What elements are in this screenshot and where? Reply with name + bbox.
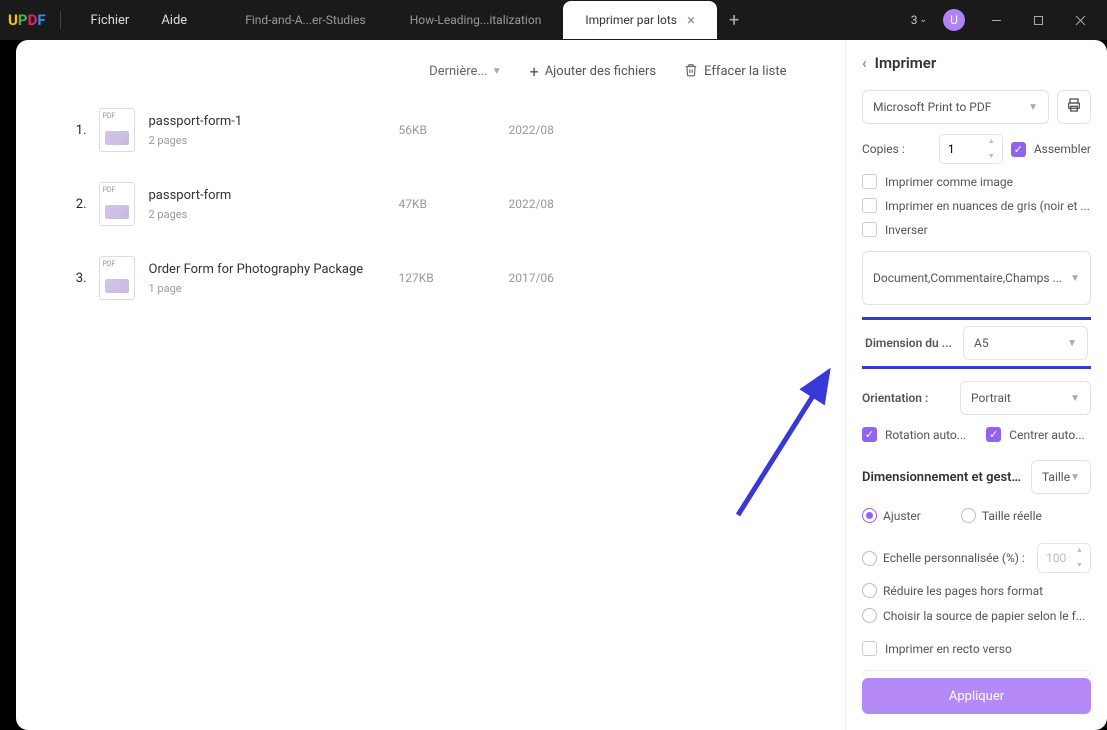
file-pages: 2 pages: [149, 134, 399, 147]
printer-icon: [1066, 97, 1082, 117]
file-row[interactable]: 2. passport-form 2 pages47KB2022/08: [55, 167, 807, 241]
sidebar-title: Imprimer: [875, 54, 937, 72]
auto-rotate-label: Rotation auto...: [885, 428, 966, 442]
fit-label: Ajuster: [883, 509, 921, 523]
menu-file[interactable]: Fichier: [75, 5, 146, 36]
row-number: 3.: [59, 271, 87, 286]
file-name: Order Form for Photography Package: [149, 262, 399, 277]
assemble-label: Assembler: [1034, 142, 1091, 156]
row-number: 1.: [59, 123, 87, 138]
invert-label: Inverser: [885, 223, 928, 237]
auto-center-label: Centrer auto...: [1009, 428, 1084, 442]
paper-size-highlight: Dimension du ... A5▼: [862, 317, 1091, 369]
main-panel: Dernière...▼ + Ajouter des fichiers Effa…: [16, 40, 845, 730]
paper-size-select[interactable]: A5▼: [963, 326, 1088, 360]
actual-size-label: Taille réelle: [982, 509, 1042, 523]
row-number: 2.: [59, 197, 87, 212]
close-window-button[interactable]: [1061, 6, 1099, 34]
file-pages: 2 pages: [149, 208, 399, 221]
print-as-image-checkbox[interactable]: [862, 174, 877, 189]
paper-source-radio[interactable]: [862, 608, 877, 623]
content-select[interactable]: Document,Commentaire,Champs ...▼: [862, 251, 1091, 305]
spinner-icon[interactable]: ▲▼: [1076, 547, 1086, 569]
duplex-label: Imprimer en recto verso: [885, 642, 1012, 656]
custom-scale-label: Echelle personnalisée (%) :: [883, 551, 1025, 565]
clear-list-button[interactable]: Effacer la liste: [684, 63, 786, 81]
tab-label: Imprimer par lots: [585, 13, 677, 27]
close-tab-icon[interactable]: ×: [687, 11, 695, 29]
print-as-image-label: Imprimer comme image: [885, 175, 1013, 189]
pdf-thumbnail-icon: [99, 108, 135, 152]
orientation-label: Orientation :: [862, 391, 952, 405]
app-logo: UPDF: [8, 11, 46, 29]
auto-rotate-checkbox[interactable]: [862, 427, 877, 442]
minimize-button[interactable]: [977, 6, 1015, 34]
orientation-select[interactable]: Portrait▼: [960, 381, 1091, 415]
print-sidebar: ‹ Imprimer Microsoft Print to PDF▼ Copie…: [845, 40, 1107, 730]
open-count[interactable]: 3⌄: [911, 13, 927, 27]
grayscale-checkbox[interactable]: [862, 198, 877, 213]
tab-find-studies[interactable]: Find-and-A...er-Studies: [223, 3, 387, 37]
file-size: 56KB: [399, 123, 509, 137]
auto-center-checkbox[interactable]: [986, 427, 1001, 442]
sizing-title: Dimensionnement et gesti...: [862, 470, 1023, 485]
file-name: passport-form-1: [149, 114, 399, 129]
file-date: 2022/08: [509, 123, 554, 137]
grayscale-label: Imprimer en nuances de gris (noir et ...: [885, 199, 1090, 213]
apply-button[interactable]: Appliquer: [862, 678, 1091, 714]
tab-how-leading[interactable]: How-Leading...italization: [388, 3, 564, 37]
user-avatar[interactable]: U: [943, 9, 965, 31]
fit-radio[interactable]: [862, 508, 877, 523]
tab-batch-print[interactable]: Imprimer par lots ×: [563, 1, 717, 39]
actual-size-radio[interactable]: [961, 508, 976, 523]
shrink-radio[interactable]: [862, 583, 877, 598]
sizing-mode-select[interactable]: Taille▼: [1031, 460, 1091, 494]
printer-select[interactable]: Microsoft Print to PDF▼: [862, 90, 1049, 124]
shrink-label: Réduire les pages hors format: [883, 584, 1043, 598]
assemble-checkbox[interactable]: [1011, 142, 1026, 157]
invert-checkbox[interactable]: [862, 222, 877, 237]
custom-scale-input[interactable]: 100 ▲▼: [1037, 543, 1091, 573]
paper-size-label: Dimension du ...: [865, 336, 955, 350]
file-size: 127KB: [399, 271, 509, 285]
duplex-checkbox[interactable]: [862, 641, 877, 656]
file-row[interactable]: 3. Order Form for Photography Package 1 pa…: [55, 241, 807, 315]
file-size: 47KB: [399, 197, 509, 211]
plus-icon: +: [530, 62, 539, 81]
tab-bar: Find-and-A...er-Studies How-Leading...it…: [223, 1, 911, 39]
pdf-thumbnail-icon: [99, 182, 135, 226]
paper-source-label: Choisir la source de papier selon le f..…: [883, 609, 1085, 623]
menu-help[interactable]: Aide: [145, 5, 203, 36]
file-name: passport-form: [149, 188, 399, 203]
file-row[interactable]: 1. passport-form-1 2 pages56KB2022/08: [55, 93, 807, 167]
custom-scale-radio[interactable]: [862, 551, 877, 566]
file-toolbar: Dernière...▼ + Ajouter des fichiers Effa…: [55, 58, 807, 93]
trash-icon: [684, 63, 698, 81]
add-tab-button[interactable]: +: [717, 10, 751, 31]
sort-dropdown[interactable]: Dernière...▼: [429, 64, 501, 79]
maximize-button[interactable]: [1019, 6, 1057, 34]
titlebar: UPDF Fichier Aide Find-and-A...er-Studie…: [0, 0, 1107, 40]
printer-settings-button[interactable]: [1057, 90, 1091, 124]
spinner-icon[interactable]: ▲▼: [988, 138, 998, 160]
file-pages: 1 page: [149, 282, 399, 295]
file-date: 2017/06: [509, 271, 554, 285]
back-chevron-icon[interactable]: ‹: [862, 54, 867, 72]
copies-input[interactable]: 1 ▲▼: [939, 134, 1003, 164]
add-files-button[interactable]: + Ajouter des fichiers: [530, 62, 657, 81]
file-date: 2022/08: [509, 197, 554, 211]
copies-label: Copies :: [862, 142, 931, 156]
pdf-thumbnail-icon: [99, 256, 135, 300]
